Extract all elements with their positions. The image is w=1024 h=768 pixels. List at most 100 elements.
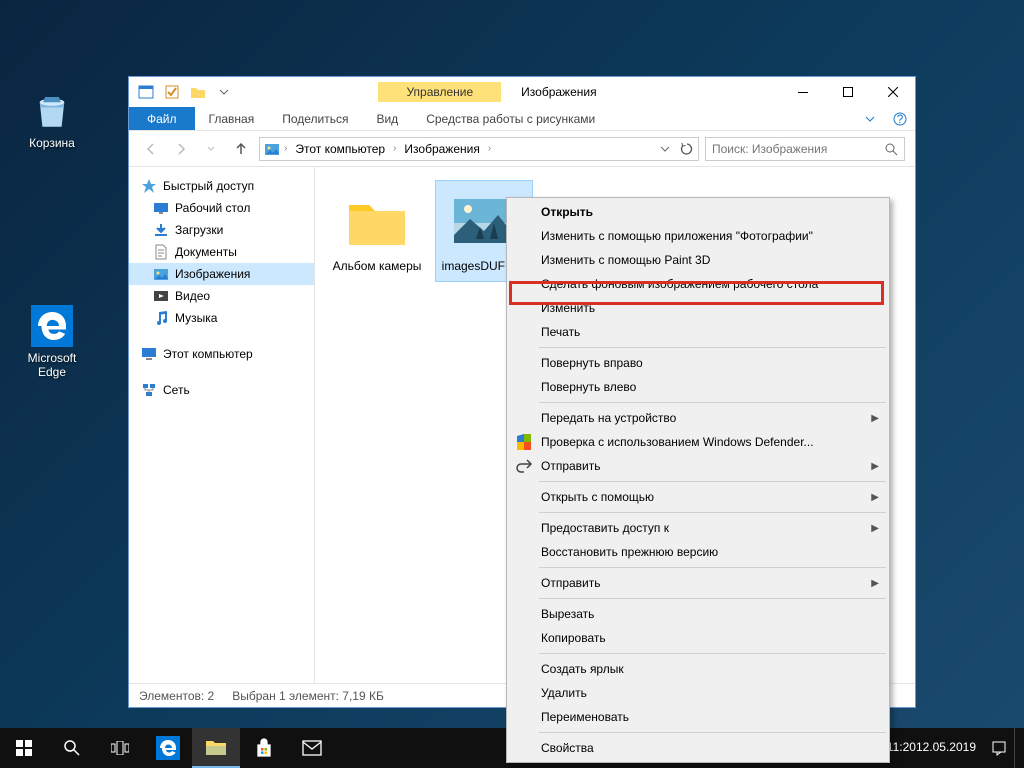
context-menu-separator [539,512,886,513]
back-button[interactable] [139,137,163,161]
nav-desktop[interactable]: Рабочий стол [129,197,314,219]
management-tab[interactable]: Управление [378,82,501,102]
minimize-button[interactable] [780,78,825,107]
context-menu-item[interactable]: Переименовать [509,705,887,729]
submenu-arrow-icon: ▶ [871,492,879,503]
status-selection: Выбран 1 элемент: 7,19 КБ [232,689,384,703]
ribbon-tab-picture-tools[interactable]: Средства работы с рисунками [412,107,609,130]
context-menu-item[interactable]: Свойства [509,736,887,760]
context-menu-item[interactable]: Копировать [509,626,887,650]
desktop-icon-recycle-bin[interactable]: Корзина [14,90,90,150]
titlebar[interactable]: Управление Изображения [129,77,915,107]
context-menu: ОткрытьИзменить с помощью приложения "Фо… [506,197,890,763]
context-menu-separator [539,402,886,403]
forward-button[interactable] [169,137,193,161]
desktop-icon-edge[interactable]: Microsoft Edge [14,305,90,379]
context-menu-item[interactable]: Изменить с помощью приложения "Фотографи… [509,224,887,248]
context-menu-item[interactable]: Повернуть влево [509,375,887,399]
nav-music[interactable]: Музыка [129,307,314,329]
chevron-down-icon[interactable] [660,146,670,152]
nav-quick-access[interactable]: Быстрый доступ [129,175,314,197]
context-menu-item[interactable]: Изменить с помощью Paint 3D [509,248,887,272]
pictures-icon [264,141,280,157]
ribbon-expand-icon[interactable] [855,107,885,130]
share-icon [515,457,533,475]
help-icon[interactable]: ? [885,107,915,130]
submenu-arrow-icon: ▶ [871,461,879,472]
context-menu-item[interactable]: Удалить [509,681,887,705]
context-menu-item[interactable]: Проверка с использованием Windows Defend… [509,430,887,454]
address-bar[interactable]: › Этот компьютер › Изображения › [259,137,699,161]
context-menu-item[interactable]: Предоставить доступ к▶ [509,516,887,540]
nav-downloads[interactable]: Загрузки [129,219,314,241]
context-menu-item[interactable]: Вырезать [509,602,887,626]
recycle-bin-icon [31,90,73,132]
breadcrumb-this-pc[interactable]: Этот компьютер [291,142,389,156]
show-desktop-button[interactable] [1014,728,1020,768]
qat-select-icon[interactable] [161,81,183,103]
shield-icon [515,433,533,451]
context-menu-separator [539,653,886,654]
chevron-right-icon[interactable]: › [393,143,396,154]
nav-this-pc[interactable]: Этот компьютер [129,343,314,365]
taskbar-mail[interactable] [288,728,336,768]
context-menu-item[interactable]: Восстановить прежнюю версию [509,540,887,564]
context-menu-separator [539,347,886,348]
context-menu-item[interactable]: Повернуть вправо [509,351,887,375]
context-menu-separator [539,481,886,482]
nav-network[interactable]: Сеть [129,379,314,401]
nav-pictures[interactable]: Изображения [129,263,314,285]
context-menu-item[interactable]: Отправить▶ [509,454,887,478]
desktop-icon-label: Microsoft Edge [14,351,90,379]
context-menu-separator [539,732,886,733]
folder-icon [343,187,411,255]
clock[interactable]: 11:2012.05.2019 [879,728,984,768]
breadcrumb-pictures[interactable]: Изображения [400,142,483,156]
taskbar-edge[interactable] [144,728,192,768]
qat-properties-icon[interactable] [135,81,157,103]
context-menu-item[interactable]: Изменить [509,296,887,320]
up-button[interactable] [229,137,253,161]
search-button[interactable] [48,728,96,768]
nav-videos[interactable]: Видео [129,285,314,307]
submenu-arrow-icon: ▶ [871,413,879,424]
qat-dropdown-icon[interactable] [213,81,235,103]
edge-icon [31,305,73,347]
recent-dropdown[interactable] [199,137,223,161]
start-button[interactable] [0,728,48,768]
submenu-arrow-icon: ▶ [871,578,879,589]
ribbon: Файл Главная Поделиться Вид Средства раб… [129,107,915,131]
chevron-right-icon[interactable]: › [284,143,287,154]
context-menu-separator [539,567,886,568]
window-title: Изображения [521,85,596,99]
desktop-icon-label: Корзина [14,136,90,150]
taskbar-store[interactable] [240,728,288,768]
search-icon [884,142,898,156]
item-label: Альбом камеры [331,259,423,275]
file-menu[interactable]: Файл [129,107,195,130]
chevron-right-icon[interactable]: › [488,143,491,154]
task-view-button[interactable] [96,728,144,768]
context-menu-item[interactable]: Сделать фоновым изображением рабочего ст… [509,272,887,296]
taskbar-explorer[interactable] [192,728,240,768]
context-menu-item[interactable]: Открыть с помощью▶ [509,485,887,509]
ribbon-tab-share[interactable]: Поделиться [268,107,362,130]
context-menu-item[interactable]: Создать ярлык [509,657,887,681]
context-menu-item[interactable]: Открыть [509,200,887,224]
nav-documents[interactable]: Документы [129,241,314,263]
context-menu-item[interactable]: Отправить▶ [509,571,887,595]
ribbon-tab-home[interactable]: Главная [195,107,269,130]
svg-text:?: ? [897,112,904,126]
ribbon-tab-view[interactable]: Вид [362,107,412,130]
close-button[interactable] [870,78,915,107]
qat-folder-icon[interactable] [187,81,209,103]
context-menu-item[interactable]: Печать [509,320,887,344]
context-menu-separator [539,598,886,599]
action-center-icon[interactable] [984,728,1014,768]
maximize-button[interactable] [825,78,870,107]
context-menu-item[interactable]: Передать на устройство▶ [509,406,887,430]
folder-item[interactable]: Альбом камеры [329,181,425,281]
refresh-icon[interactable] [680,142,694,156]
search-input[interactable] [712,142,898,156]
search-box[interactable] [705,137,905,161]
